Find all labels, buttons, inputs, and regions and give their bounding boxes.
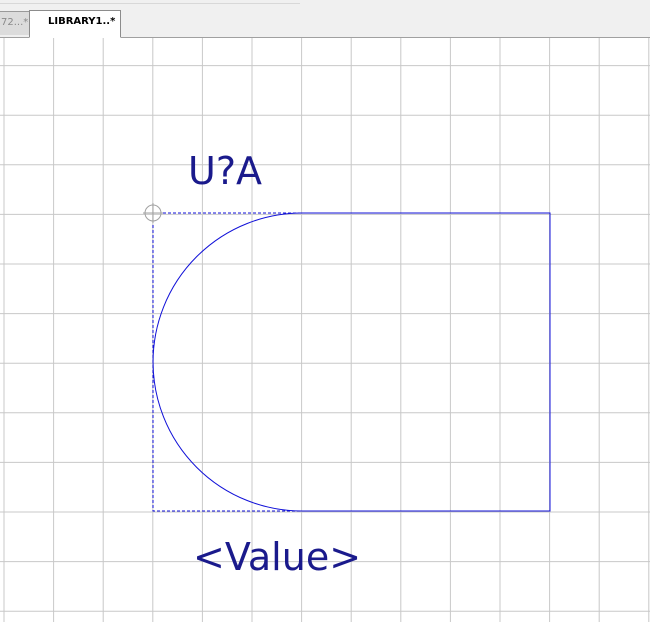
tab-library1[interactable]: LIBRARY1..* [29, 10, 121, 38]
crosshair-circle-icon [143, 203, 163, 223]
tabbar-top-line [0, 3, 300, 4]
part-reference-label[interactable]: U?A [188, 149, 262, 193]
schematic-svg[interactable]: U?A <Value> [0, 38, 650, 622]
part-value-label[interactable]: <Value> [193, 535, 361, 579]
document-tab-bar: 72...* LIBRARY1..* [0, 0, 650, 38]
tab-inactive-document[interactable]: 72...* [0, 11, 30, 35]
schematic-editor-canvas[interactable]: U?A <Value> [0, 38, 650, 622]
